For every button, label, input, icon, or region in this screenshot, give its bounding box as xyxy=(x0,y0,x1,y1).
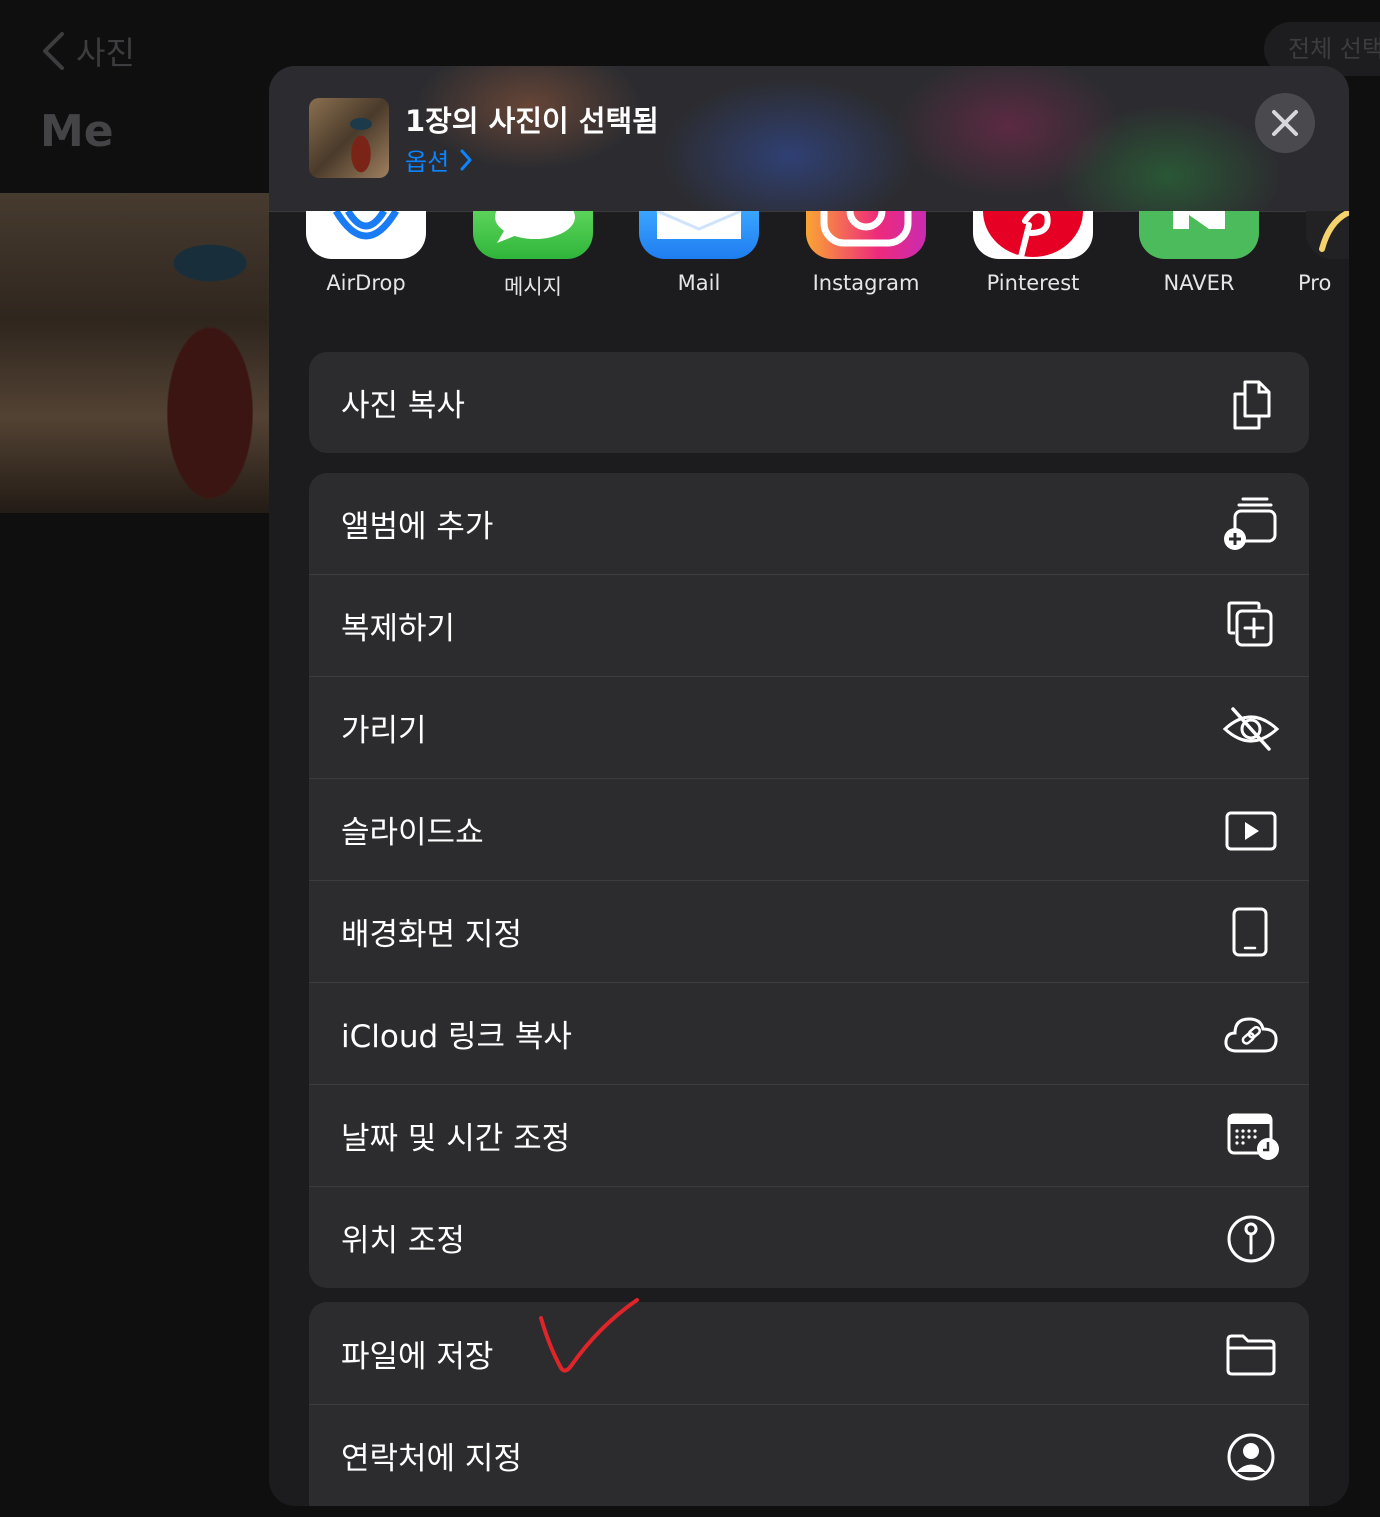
chevron-right-icon xyxy=(460,149,472,170)
action-label: iCloud 링크 복사 xyxy=(341,1019,572,1055)
background-photo[interactable] xyxy=(0,193,300,513)
action-group-copy: 사진 복사 xyxy=(309,352,1309,453)
action-label: 가리기 xyxy=(341,713,427,749)
calendar-clock-icon xyxy=(1223,1109,1279,1165)
action-slideshow[interactable]: 슬라이드쇼 xyxy=(309,779,1309,881)
action-assign-contact[interactable]: 연락처에 지정 xyxy=(309,1405,1309,1506)
action-add-to-album[interactable]: 앨범에 추가 xyxy=(309,473,1309,575)
duplicate-icon xyxy=(1223,599,1279,655)
airdrop-icon xyxy=(306,211,426,259)
app-label: Mail xyxy=(677,271,721,295)
action-copy-photo[interactable]: 사진 복사 xyxy=(309,352,1309,453)
instagram-icon xyxy=(806,211,926,259)
app-label: NAVER xyxy=(1163,271,1235,295)
app-label: 메시지 xyxy=(504,275,562,299)
action-label: 복제하기 xyxy=(341,611,456,647)
app-label: Pinterest xyxy=(986,271,1080,295)
action-wallpaper[interactable]: 배경화면 지정 xyxy=(309,881,1309,983)
pinterest-icon xyxy=(973,211,1093,259)
action-label: 사진 복사 xyxy=(341,388,465,424)
album-title: Me xyxy=(40,106,114,157)
selection-title: 1장의 사진이 선택됨 xyxy=(405,104,659,138)
app-pinterest[interactable]: Pinterest xyxy=(953,211,1113,295)
action-hide[interactable]: 가리기 xyxy=(309,677,1309,779)
options-button[interactable]: 옵션 xyxy=(405,142,473,177)
red-checkmark-annotation xyxy=(539,1298,639,1373)
app-label: AirDrop xyxy=(326,271,406,295)
ipad-icon xyxy=(1223,905,1279,961)
naver-icon xyxy=(1139,211,1259,259)
copy-icon xyxy=(1223,376,1279,432)
action-group-files: 파일에 저장 연락처에 지정 xyxy=(309,1302,1309,1506)
location-pin-icon xyxy=(1223,1211,1279,1267)
app-procreate[interactable]: Pro xyxy=(1286,211,1349,295)
action-duplicate[interactable]: 복제하기 xyxy=(309,575,1309,677)
app-label: Instagram xyxy=(812,271,920,295)
slideshow-icon xyxy=(1223,803,1279,859)
close-icon xyxy=(1272,110,1298,136)
procreate-icon xyxy=(1306,211,1349,259)
selected-photo-thumbnail xyxy=(309,98,389,178)
action-icloud-link[interactable]: iCloud 링크 복사 xyxy=(309,983,1309,1085)
app-mail[interactable]: Mail xyxy=(619,211,779,295)
person-circle-icon xyxy=(1223,1429,1279,1485)
folder-icon xyxy=(1223,1326,1279,1382)
add-to-album-icon xyxy=(1223,497,1279,553)
app-airdrop[interactable]: AirDrop xyxy=(286,211,446,295)
app-share-row: AirDrop 메시지 Mail Instagram Pinterest NAV… xyxy=(269,211,1349,321)
action-label: 배경화면 지정 xyxy=(341,917,522,953)
action-label: 파일에 저장 xyxy=(341,1338,494,1375)
action-label: 날짜 및 시간 조정 xyxy=(341,1121,571,1157)
chevron-left-icon xyxy=(43,32,64,70)
app-messages[interactable]: 메시지 xyxy=(453,211,613,301)
close-button[interactable] xyxy=(1255,93,1315,153)
back-button[interactable]: 사진 xyxy=(40,28,135,74)
app-instagram[interactable]: Instagram xyxy=(786,211,946,295)
icloud-link-icon xyxy=(1223,1007,1279,1063)
action-group-main: 앨범에 추가 복제하기 가리기 슬라이드쇼 배경화면 지정 iCloud 링크 … xyxy=(309,473,1309,1288)
action-adjust-location[interactable]: 위치 조정 xyxy=(309,1187,1309,1288)
action-label: 앨범에 추가 xyxy=(341,509,494,545)
action-label: 슬라이드쇼 xyxy=(341,815,484,851)
app-naver[interactable]: NAVER xyxy=(1119,211,1279,295)
action-save-to-files[interactable]: 파일에 저장 xyxy=(309,1302,1309,1405)
messages-icon xyxy=(473,211,593,259)
share-sheet: 1장의 사진이 선택됨 옵션 AirDrop 메시지 Mail Instagra… xyxy=(269,66,1349,1506)
eye-slash-icon xyxy=(1222,701,1280,757)
share-sheet-header: 1장의 사진이 선택됨 옵션 xyxy=(269,66,1349,212)
action-label: 위치 조정 xyxy=(341,1223,465,1259)
app-label: Pro xyxy=(1298,271,1332,295)
options-label: 옵션 xyxy=(405,148,450,176)
mail-icon xyxy=(639,211,759,259)
back-label: 사진 xyxy=(76,34,135,72)
action-adjust-date[interactable]: 날짜 및 시간 조정 xyxy=(309,1085,1309,1187)
action-label: 연락처에 지정 xyxy=(341,1441,522,1477)
